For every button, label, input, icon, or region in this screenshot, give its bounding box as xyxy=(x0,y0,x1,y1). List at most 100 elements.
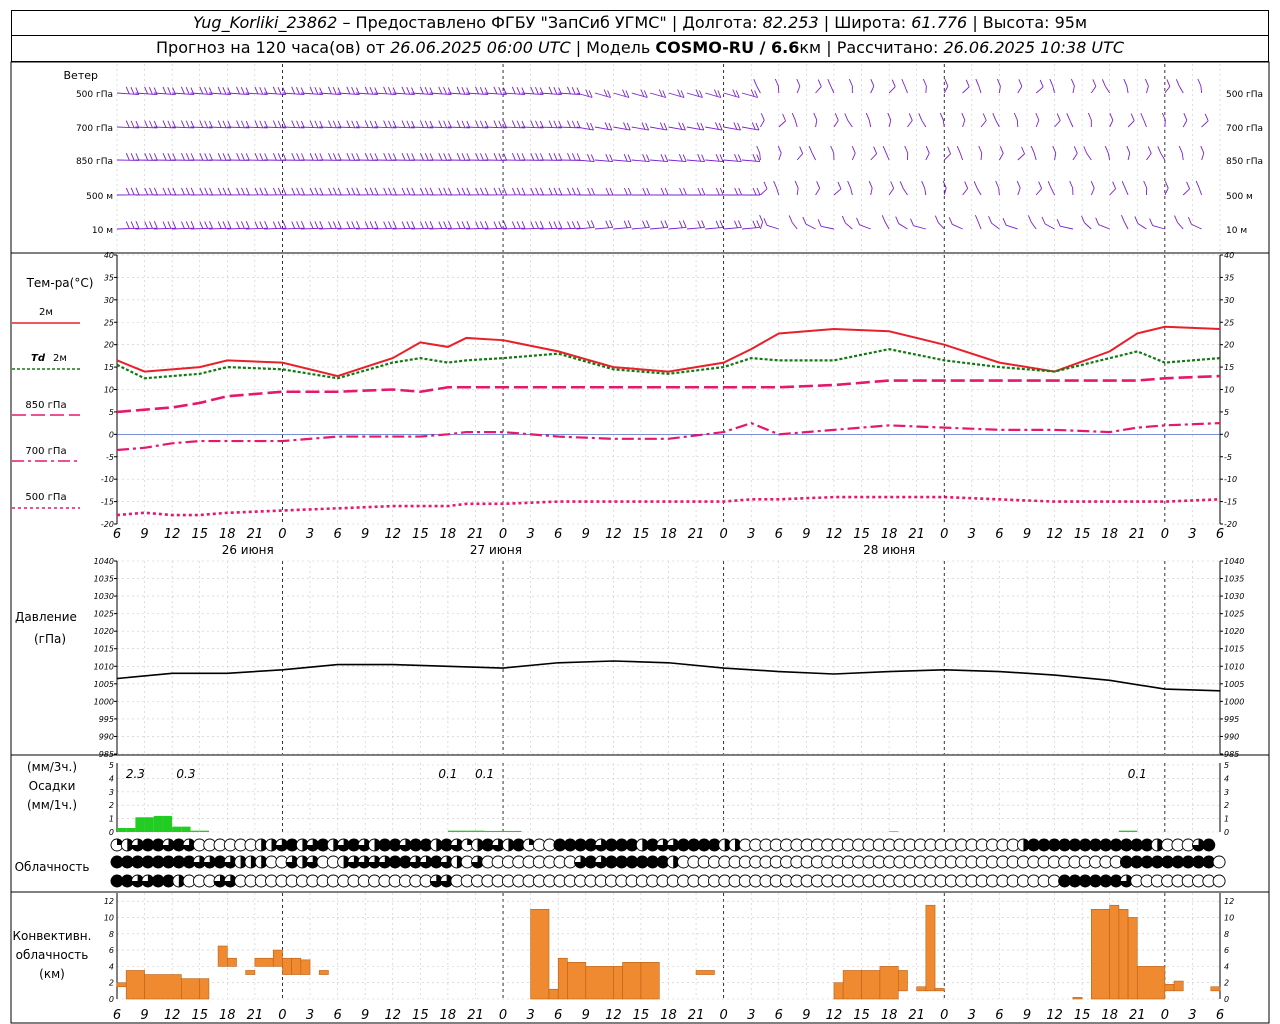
wind-barb-feather xyxy=(576,187,581,195)
wind-barb-shaft xyxy=(884,222,890,230)
hour-tick-label: 3 xyxy=(306,527,314,542)
conv-bar xyxy=(272,949,283,967)
wind-barb-feather xyxy=(204,221,209,229)
wind-barb-feather xyxy=(996,78,1001,87)
wind-barb-shaft xyxy=(1178,86,1184,94)
wind-barb-feather xyxy=(369,120,374,128)
wind-barb-feather xyxy=(185,153,190,161)
wind-barb-shaft xyxy=(649,92,666,98)
wind-barb-feather xyxy=(1200,145,1205,154)
wind-barb-feather xyxy=(466,153,471,161)
wind-barb-shaft xyxy=(938,222,945,230)
precip-tick-right: 4 xyxy=(1224,774,1229,783)
wind-barb-feather xyxy=(144,187,149,196)
precip-bar xyxy=(181,826,191,832)
wind-barb-feather xyxy=(227,187,232,195)
wind-barb-feather xyxy=(217,221,222,229)
wind-barb-feather xyxy=(222,153,227,161)
conv-bar xyxy=(125,970,145,1000)
wind-barb-feather xyxy=(737,122,741,131)
conv-bar xyxy=(640,962,660,1000)
wind-barb-shaft xyxy=(741,226,760,230)
wind-barb-feather xyxy=(130,120,135,128)
wind-barb-feather xyxy=(438,153,443,161)
conv-bar xyxy=(1210,986,1221,992)
wind-barb-feather xyxy=(1174,215,1178,223)
wind-barb-feather xyxy=(1035,112,1040,121)
precip-3h-label: 0.3 xyxy=(176,767,195,781)
wind-barb-feather xyxy=(1183,113,1188,121)
wind-barb-feather xyxy=(548,221,553,229)
hour-tick-label: 3 xyxy=(1188,1008,1196,1023)
wind-barb-shaft xyxy=(995,120,1000,128)
wind-barb-feather xyxy=(664,187,669,196)
wind-barb-feather xyxy=(794,180,799,189)
wind-barb-feather xyxy=(1121,180,1126,189)
wind-barb-feather xyxy=(1038,181,1043,189)
wind-barb-shaft xyxy=(778,152,782,161)
wind-barb-feather xyxy=(774,78,779,87)
conv-bar xyxy=(622,962,642,1000)
wind-barb-feather xyxy=(753,79,758,87)
conv-bar xyxy=(1173,980,1184,992)
pressure-tick-right: 1005 xyxy=(1224,680,1244,689)
wind-barb-shaft xyxy=(888,119,892,128)
wind-barb-feather xyxy=(1121,215,1125,223)
wind-barb-shaft xyxy=(1033,152,1037,161)
wind-barb-shaft xyxy=(1124,187,1129,196)
wind-barb-feather xyxy=(383,221,388,229)
wind-barb-shaft xyxy=(613,159,632,163)
wind-barb-feather xyxy=(530,221,535,229)
wind-barb-feather xyxy=(456,187,461,196)
wind-barb-feather xyxy=(217,120,222,128)
conv-bar xyxy=(1118,909,1129,1000)
wind-barb-feather xyxy=(429,187,434,195)
hour-tick-label: 6 xyxy=(775,1008,783,1023)
wind-barb-feather xyxy=(715,154,720,162)
wind-barb-feather xyxy=(135,153,140,161)
wind-barb-shaft xyxy=(1127,152,1131,161)
wind-barb-feather xyxy=(144,153,149,161)
wind-barb-feather xyxy=(241,153,245,161)
hour-tick-label: 15 xyxy=(633,1008,650,1023)
wind-barb-shaft xyxy=(668,126,686,131)
hour-tick-label: 0 xyxy=(499,1008,507,1023)
wind-barb-feather xyxy=(351,187,356,196)
wind-barb-feather xyxy=(153,153,158,161)
wind-barb-feather xyxy=(480,153,484,161)
conv-bar xyxy=(300,959,311,975)
conv-tick-left: 2 xyxy=(109,979,114,988)
temp-tick-left: -15 xyxy=(101,498,114,507)
wind-barb-feather xyxy=(236,221,241,229)
wind-barb-shaft xyxy=(815,188,821,196)
wind-barb-shaft xyxy=(1164,86,1171,94)
wind-barb-feather xyxy=(521,221,526,229)
wind-barb-feather xyxy=(493,221,498,229)
wind-barb-feather xyxy=(369,221,374,229)
wind-barb-feather xyxy=(351,221,356,229)
wind-barb-shaft xyxy=(594,92,611,98)
wind-barb-feather xyxy=(1002,218,1007,226)
wind-barb-feather xyxy=(411,221,416,229)
hour-tick-label: 18 xyxy=(881,527,898,542)
wind-barb-feather xyxy=(827,79,832,87)
wind-barb-shaft xyxy=(650,159,668,163)
wind-barb-feather xyxy=(752,187,757,196)
hour-tick-label: 9 xyxy=(361,1008,369,1023)
conv-bar xyxy=(695,970,715,975)
hour-tick-label: 12 xyxy=(605,1008,622,1023)
wind-barb-feather xyxy=(682,154,687,162)
wind-barb-shaft xyxy=(943,153,951,161)
hour-tick-label: 6 xyxy=(995,527,1003,542)
wind-barb-feather xyxy=(172,187,177,195)
wind-barb-shaft xyxy=(1084,222,1092,230)
hour-tick-label: 0 xyxy=(278,1008,286,1023)
wind-level-label-left: 850 гПа xyxy=(76,157,113,167)
hour-tick-label: 21 xyxy=(908,527,925,542)
precip-bar xyxy=(1118,830,1129,832)
wind-barb-feather xyxy=(222,87,227,95)
hour-tick-label: 12 xyxy=(826,1008,843,1023)
wind-barb-feather xyxy=(277,153,282,161)
pressure-tick-right: 1030 xyxy=(1224,592,1244,601)
wind-barb-feather xyxy=(272,86,277,95)
